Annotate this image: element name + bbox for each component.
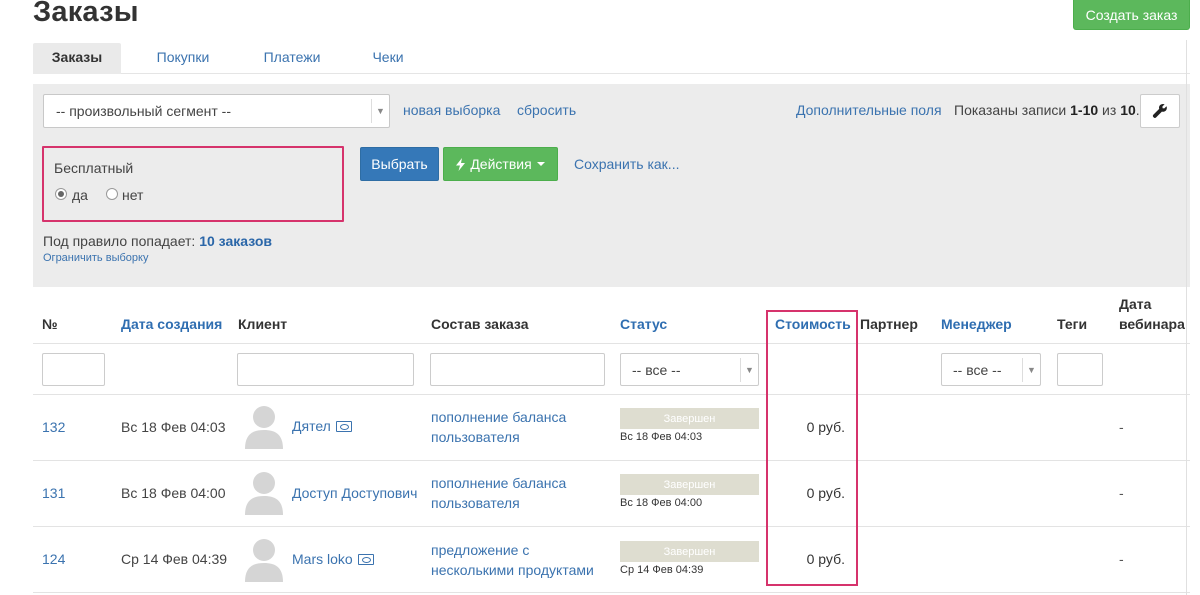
order-composition-line1: пополнение баланса — [431, 409, 567, 425]
order-number-link[interactable]: 124 — [42, 551, 65, 567]
status-badge: Завершен — [620, 541, 759, 562]
row-divider — [33, 526, 1190, 527]
radio-no-label: нет — [122, 187, 144, 203]
order-composition-line2: пользователя — [431, 429, 520, 445]
header-client: Клиент — [238, 316, 288, 332]
order-created-date: Ср 14 Фев 04:39 — [121, 551, 228, 567]
order-composition-link[interactable]: предложение с несколькими продуктами — [431, 540, 606, 580]
tab-orders[interactable]: Заказы — [33, 43, 121, 74]
rule-match-text: Под правило попадает: 10 заказов — [43, 233, 272, 249]
save-as-link[interactable]: Сохранить как... — [574, 156, 679, 172]
avatar — [245, 470, 283, 515]
rule-match-prefix: Под правило попадает: — [43, 233, 200, 249]
radio-yes[interactable] — [55, 188, 67, 200]
client-filter-input[interactable] — [237, 353, 414, 386]
client-link[interactable]: Доступ Доступович — [292, 485, 417, 501]
order-composition-link[interactable]: пополнение баланса пользователя — [431, 407, 606, 447]
actions-button[interactable]: Действия — [443, 147, 558, 181]
client-name: Дятел — [292, 418, 331, 434]
client-link[interactable]: Mars loko — [292, 551, 374, 567]
page-right-border — [1186, 40, 1187, 595]
tab-payments[interactable]: Платежи — [256, 43, 328, 74]
header-created-date[interactable]: Дата создания — [121, 316, 222, 332]
composition-filter-input[interactable] — [430, 353, 605, 386]
radio-no[interactable] — [106, 188, 118, 200]
segment-select[interactable]: -- произвольный сегмент -- ▼ — [43, 94, 390, 128]
header-number: № — [42, 316, 58, 332]
avatar — [245, 537, 283, 582]
status-date: Ср 14 Фев 04:39 — [620, 564, 704, 576]
records-shown-total: 10 — [1120, 102, 1136, 118]
money-card-icon — [357, 553, 374, 565]
manager-filter-select[interactable]: -- все -- ▼ — [941, 353, 1041, 386]
records-shown-text: Показаны записи 1-10 из 10. — [954, 102, 1140, 118]
rule-match-count-link[interactable]: 10 заказов — [199, 233, 272, 249]
radio-yes-label: да — [72, 187, 88, 203]
extra-fields-link[interactable]: Дополнительные поля — [796, 102, 942, 118]
records-shown-prefix: Показаны записи — [954, 102, 1071, 118]
chevron-down-icon: ▼ — [1022, 358, 1040, 382]
header-partner: Партнер — [860, 316, 918, 332]
order-number-link[interactable]: 132 — [42, 419, 65, 435]
header-status[interactable]: Статус — [620, 316, 667, 332]
webinar-date: - — [1119, 485, 1124, 501]
wrench-icon — [1152, 103, 1167, 118]
status-badge: Завершен — [620, 474, 759, 495]
status-filter-value: -- все -- — [632, 362, 681, 378]
tags-filter-input[interactable] — [1057, 353, 1103, 386]
header-divider — [33, 343, 1190, 344]
client-link[interactable]: Дятел — [292, 418, 352, 434]
tab-purchases[interactable]: Покупки — [147, 43, 219, 74]
condition-label: Бесплатный — [54, 160, 134, 176]
tab-receipts[interactable]: Чеки — [364, 43, 412, 74]
status-date: Вс 18 Фев 04:00 — [620, 497, 703, 509]
chevron-down-icon: ▼ — [740, 358, 758, 382]
condition-highlight-box — [42, 146, 344, 222]
order-composition-line1: пополнение баланса — [431, 475, 567, 491]
webinar-date: - — [1119, 551, 1124, 567]
status-badge: Завершен — [620, 408, 759, 429]
actions-button-label: Действия — [470, 156, 532, 172]
header-manager[interactable]: Менеджер — [941, 316, 1012, 332]
order-created-date: Вс 18 Фев 04:00 — [121, 485, 226, 501]
order-composition-link[interactable]: пополнение баланса пользователя — [431, 473, 606, 513]
client-name: Mars loko — [292, 551, 353, 567]
cost-column-highlight-box — [766, 310, 858, 586]
header-webinar-date-line1: Дата — [1119, 296, 1152, 312]
header-webinar-date-line2: вебинара — [1119, 316, 1185, 332]
header-composition: Состав заказа — [431, 316, 529, 332]
lightning-icon — [456, 157, 466, 171]
records-shown-mid: из — [1098, 102, 1121, 118]
order-number-link[interactable]: 131 — [42, 485, 65, 501]
row-divider — [33, 460, 1190, 461]
status-filter-select[interactable]: -- все -- ▼ — [620, 353, 759, 386]
avatar — [245, 404, 283, 449]
money-card-icon — [335, 420, 352, 432]
client-name: Доступ Доступович — [292, 485, 418, 501]
status-date: Вс 18 Фев 04:03 — [620, 431, 703, 443]
select-button[interactable]: Выбрать — [360, 147, 439, 181]
chevron-down-icon: ▼ — [371, 99, 389, 123]
row-divider — [33, 394, 1190, 395]
order-created-date: Вс 18 Фев 04:03 — [121, 419, 226, 435]
manager-filter-value: -- все -- — [953, 362, 1002, 378]
order-composition-line1: предложение с — [431, 542, 530, 558]
webinar-date: - — [1119, 419, 1124, 435]
settings-button[interactable] — [1140, 94, 1180, 128]
segment-select-value: -- произвольный сегмент -- — [56, 103, 231, 119]
reset-link[interactable]: сбросить — [517, 102, 576, 118]
caret-down-icon — [536, 162, 545, 166]
page-title: Заказы — [33, 0, 139, 28]
new-selection-link[interactable]: новая выборка — [403, 102, 500, 118]
header-tags: Теги — [1057, 316, 1088, 332]
limit-selection-link[interactable]: Ограничить выборку — [43, 252, 148, 264]
order-composition-line2: несколькими продуктами — [431, 562, 594, 578]
order-composition-line2: пользователя — [431, 495, 520, 511]
tab-bar: Заказы Покупки Платежи Чеки — [33, 43, 1190, 74]
records-shown-range: 1-10 — [1070, 102, 1099, 118]
row-divider — [33, 592, 1190, 593]
create-order-button[interactable]: Создать заказ — [1073, 0, 1190, 30]
number-filter-input[interactable] — [42, 353, 105, 386]
